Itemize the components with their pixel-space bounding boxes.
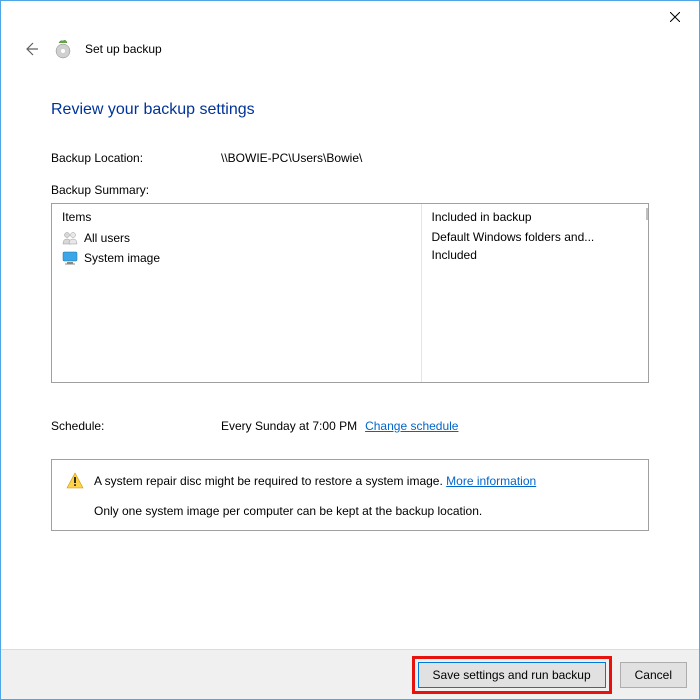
change-schedule-link[interactable]: Change schedule xyxy=(365,419,458,433)
monitor-icon xyxy=(62,250,78,266)
cancel-button[interactable]: Cancel xyxy=(620,662,687,688)
close-button[interactable] xyxy=(652,2,697,32)
info-box: A system repair disc might be required t… xyxy=(51,459,649,531)
save-and-run-button[interactable]: Save settings and run backup xyxy=(418,662,606,688)
dialog-footer: Save settings and run backup Cancel xyxy=(1,649,699,699)
content-area: Review your backup settings Backup Locat… xyxy=(1,69,699,541)
window-title: Set up backup xyxy=(85,42,162,56)
list-item[interactable]: System image xyxy=(62,248,411,268)
highlight-annotation: Save settings and run backup xyxy=(412,656,612,694)
backup-summary-label: Backup Summary: xyxy=(51,183,221,197)
backup-summary-list[interactable]: Items All users System image Included in… xyxy=(51,203,649,383)
column-header-items: Items xyxy=(62,210,411,228)
backup-icon xyxy=(53,39,73,59)
schedule-value: Every Sunday at 7:00 PMChange schedule xyxy=(221,419,649,433)
page-heading: Review your backup settings xyxy=(51,101,649,119)
titlebar xyxy=(1,1,699,33)
backup-summary-label-row: Backup Summary: xyxy=(51,183,649,197)
schedule-label: Schedule: xyxy=(51,419,221,433)
scrollbar[interactable] xyxy=(646,208,648,220)
backup-location-label: Backup Location: xyxy=(51,151,221,165)
summary-items-column: Items All users System image xyxy=(52,204,422,382)
backup-location-value: \\BOWIE-PC\Users\Bowie\ xyxy=(221,151,649,165)
summary-included-column: Included in backup Default Windows folde… xyxy=(422,204,648,382)
list-item-value: Default Windows folders and... xyxy=(432,228,638,246)
users-icon xyxy=(62,230,78,246)
warning-icon xyxy=(66,472,84,490)
list-item-value: Included xyxy=(432,246,638,264)
back-arrow-icon xyxy=(23,41,39,57)
column-header-included: Included in backup xyxy=(432,210,638,228)
wizard-header: Set up backup xyxy=(1,33,699,69)
list-item[interactable]: All users xyxy=(62,228,411,248)
backup-location-row: Backup Location: \\BOWIE-PC\Users\Bowie\ xyxy=(51,151,649,165)
info-text-2: Only one system image per computer can b… xyxy=(66,504,634,518)
info-line-1: A system repair disc might be required t… xyxy=(66,472,634,490)
more-information-link[interactable]: More information xyxy=(446,474,536,488)
list-item-label: System image xyxy=(84,251,160,265)
list-item-label: All users xyxy=(84,231,130,245)
info-text-1: A system repair disc might be required t… xyxy=(94,474,536,488)
close-icon xyxy=(670,12,680,22)
back-button[interactable] xyxy=(21,39,41,59)
schedule-row: Schedule: Every Sunday at 7:00 PMChange … xyxy=(51,419,649,433)
